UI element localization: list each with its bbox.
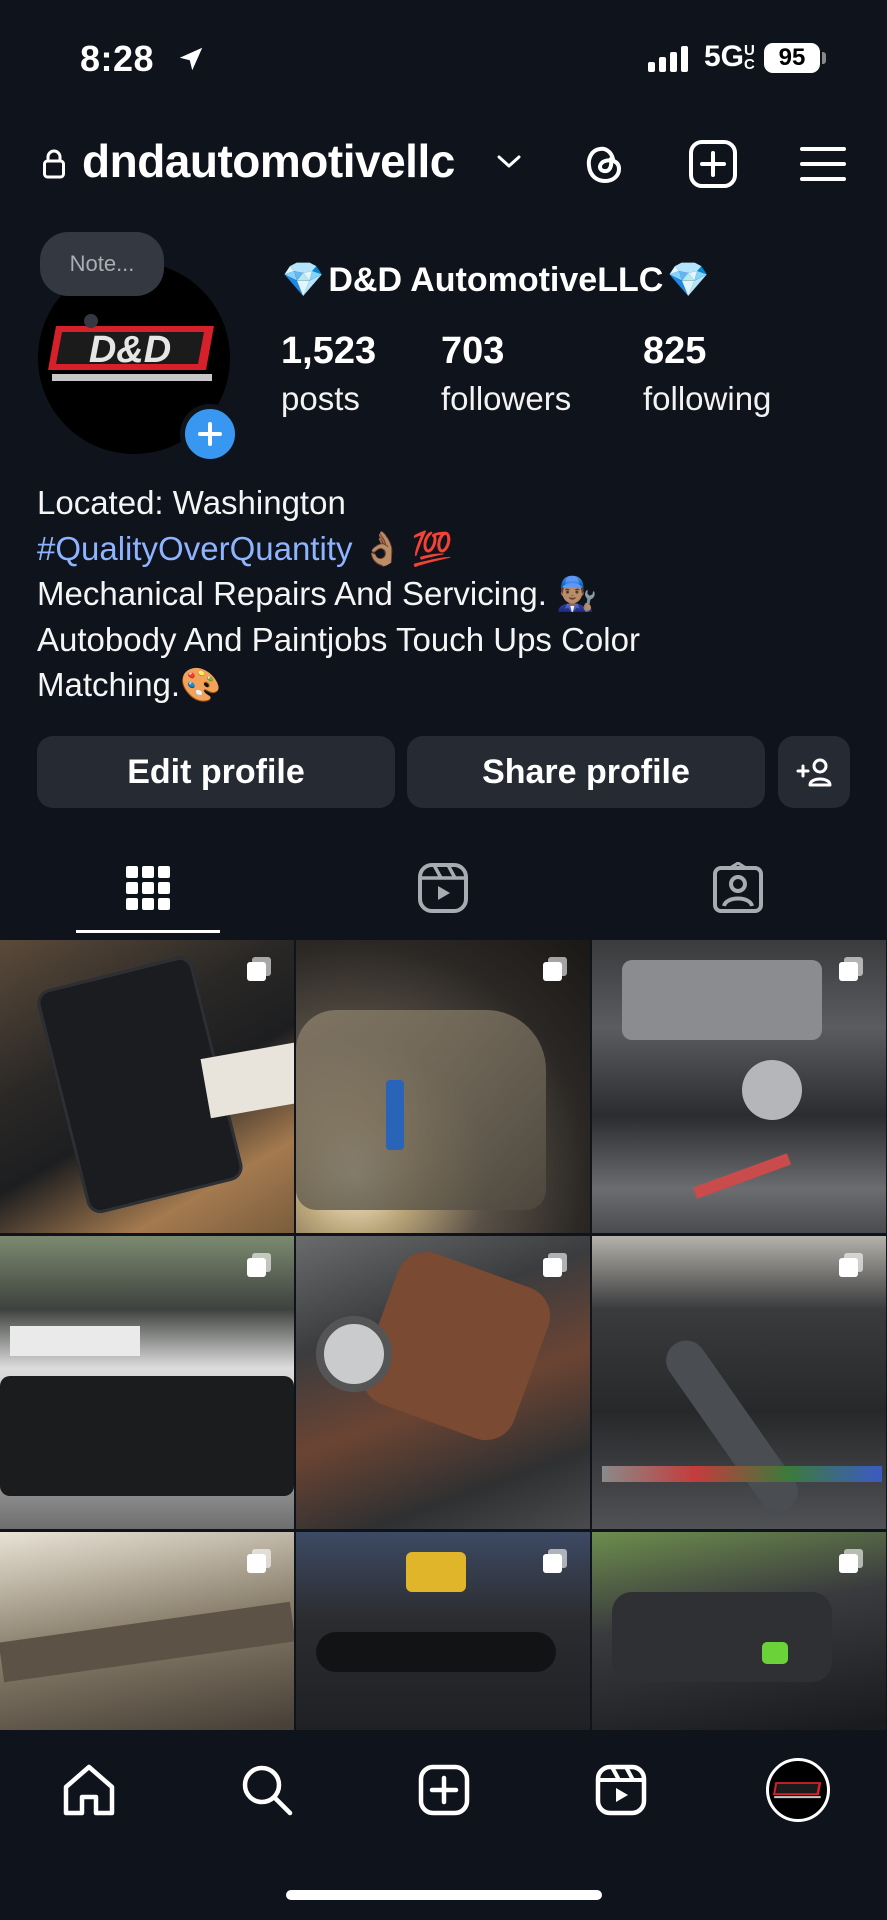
create-post-button[interactable] [685, 136, 741, 192]
nav-profile[interactable] [766, 1758, 830, 1822]
diamond-emoji: 💎 [282, 261, 325, 299]
bio-text: Matching. [37, 666, 181, 703]
profile-bio: Located: Washington #QualityOverQuantity… [37, 480, 640, 708]
nav-home[interactable] [57, 1758, 121, 1822]
following-count[interactable]: 825 [643, 330, 706, 373]
plus-icon [198, 422, 222, 446]
menu-button[interactable] [795, 136, 851, 192]
avatar-logo-text: D&D [89, 329, 171, 371]
multiple-photos-icon [839, 957, 863, 981]
post-thumbnail[interactable] [296, 1532, 590, 1730]
bio-emoji: 👌🏽 💯 [361, 529, 453, 567]
nav-reels[interactable] [589, 1758, 653, 1822]
multiple-photos-icon [247, 1253, 271, 1277]
multiple-photos-icon [543, 1549, 567, 1573]
post-thumbnail[interactable] [0, 940, 294, 1233]
add-person-icon [796, 758, 832, 787]
post-thumbnail[interactable] [592, 1236, 886, 1529]
palette-emoji: 🎨 [180, 666, 222, 703]
tagged-icon [713, 862, 763, 913]
bio-line: Autobody And Paintjobs Touch Ups Color [37, 620, 640, 658]
following-label[interactable]: following [643, 380, 771, 418]
threads-icon [586, 146, 622, 184]
dd-logo-small [773, 1782, 822, 1799]
battery-indicator: 95 [764, 43, 820, 73]
tab-posts-grid[interactable] [118, 858, 178, 918]
share-profile-button[interactable]: Share profile [407, 736, 765, 808]
edit-profile-button[interactable]: Edit profile [37, 736, 395, 808]
posts-count[interactable]: 1,523 [281, 330, 376, 373]
active-tab-indicator [76, 930, 220, 933]
hashtag-link[interactable]: #QualityOverQuantity [37, 530, 352, 567]
tab-reels[interactable] [413, 858, 473, 918]
post-thumbnail[interactable] [0, 1532, 294, 1730]
bio-line: Mechanical Repairs And Servicing. 👨🏽‍🔧 [37, 571, 640, 617]
bio-line: Located: Washington [37, 484, 346, 521]
post-thumbnail[interactable] [296, 940, 590, 1233]
posts-grid [0, 940, 887, 1730]
nav-create[interactable] [412, 1758, 476, 1822]
followers-count[interactable]: 703 [441, 330, 504, 373]
account-username[interactable]: dndautomotivellc [82, 134, 455, 188]
multiple-photos-icon [839, 1253, 863, 1277]
display-name-text: D&D AutomotiveLLC [328, 260, 664, 299]
multiple-photos-icon [247, 1549, 271, 1573]
network-indicator: 5GUC [704, 40, 760, 74]
reels-icon [418, 863, 468, 913]
battery-tip [822, 52, 826, 64]
bio-line: #QualityOverQuantity 👌🏽 💯 [37, 526, 640, 572]
posts-label[interactable]: posts [281, 380, 360, 418]
tab-tagged[interactable] [708, 858, 768, 918]
grid-icon [126, 866, 170, 910]
post-thumbnail[interactable] [592, 1532, 886, 1730]
network-sub-label: UC [744, 42, 755, 73]
multiple-photos-icon [543, 1253, 567, 1277]
lock-icon [43, 149, 65, 179]
post-thumbnail[interactable] [296, 1236, 590, 1529]
status-time: 8:28 [80, 38, 155, 79]
discover-people-button[interactable] [778, 736, 850, 808]
diamond-emoji: 💎 [667, 261, 710, 299]
followers-label[interactable]: followers [441, 380, 571, 418]
reels-icon [595, 1764, 647, 1816]
create-icon [418, 1764, 470, 1816]
home-indicator [286, 1890, 602, 1900]
nav-search[interactable] [235, 1758, 299, 1822]
signal-icon [648, 46, 688, 72]
mechanic-emoji: 👨🏽‍🔧 [556, 575, 598, 612]
location-arrow-icon [179, 47, 203, 71]
add-story-button[interactable] [180, 404, 240, 464]
display-name: 💎 D&D AutomotiveLLC 💎 [282, 260, 710, 300]
search-icon [242, 1765, 293, 1816]
post-thumbnail[interactable] [592, 940, 886, 1233]
chevron-down-icon[interactable] [496, 154, 522, 170]
plus-square-icon [689, 140, 737, 188]
bio-text: Mechanical Repairs And Servicing. [37, 575, 547, 612]
post-thumbnail[interactable] [0, 1236, 294, 1529]
multiple-photos-icon [247, 957, 271, 981]
dd-logo: D&D [48, 326, 214, 381]
note-bubble[interactable]: Note... [40, 232, 164, 296]
multiple-photos-icon [839, 1549, 863, 1573]
hamburger-menu-icon [800, 147, 846, 181]
home-icon [63, 1764, 115, 1816]
network-label: 5G [704, 40, 745, 73]
profile-avatar-small [766, 1758, 830, 1822]
threads-button[interactable] [576, 136, 632, 192]
note-bubble-tail [84, 314, 98, 328]
multiple-photos-icon [543, 957, 567, 981]
bio-line: Matching.🎨 [37, 662, 640, 708]
